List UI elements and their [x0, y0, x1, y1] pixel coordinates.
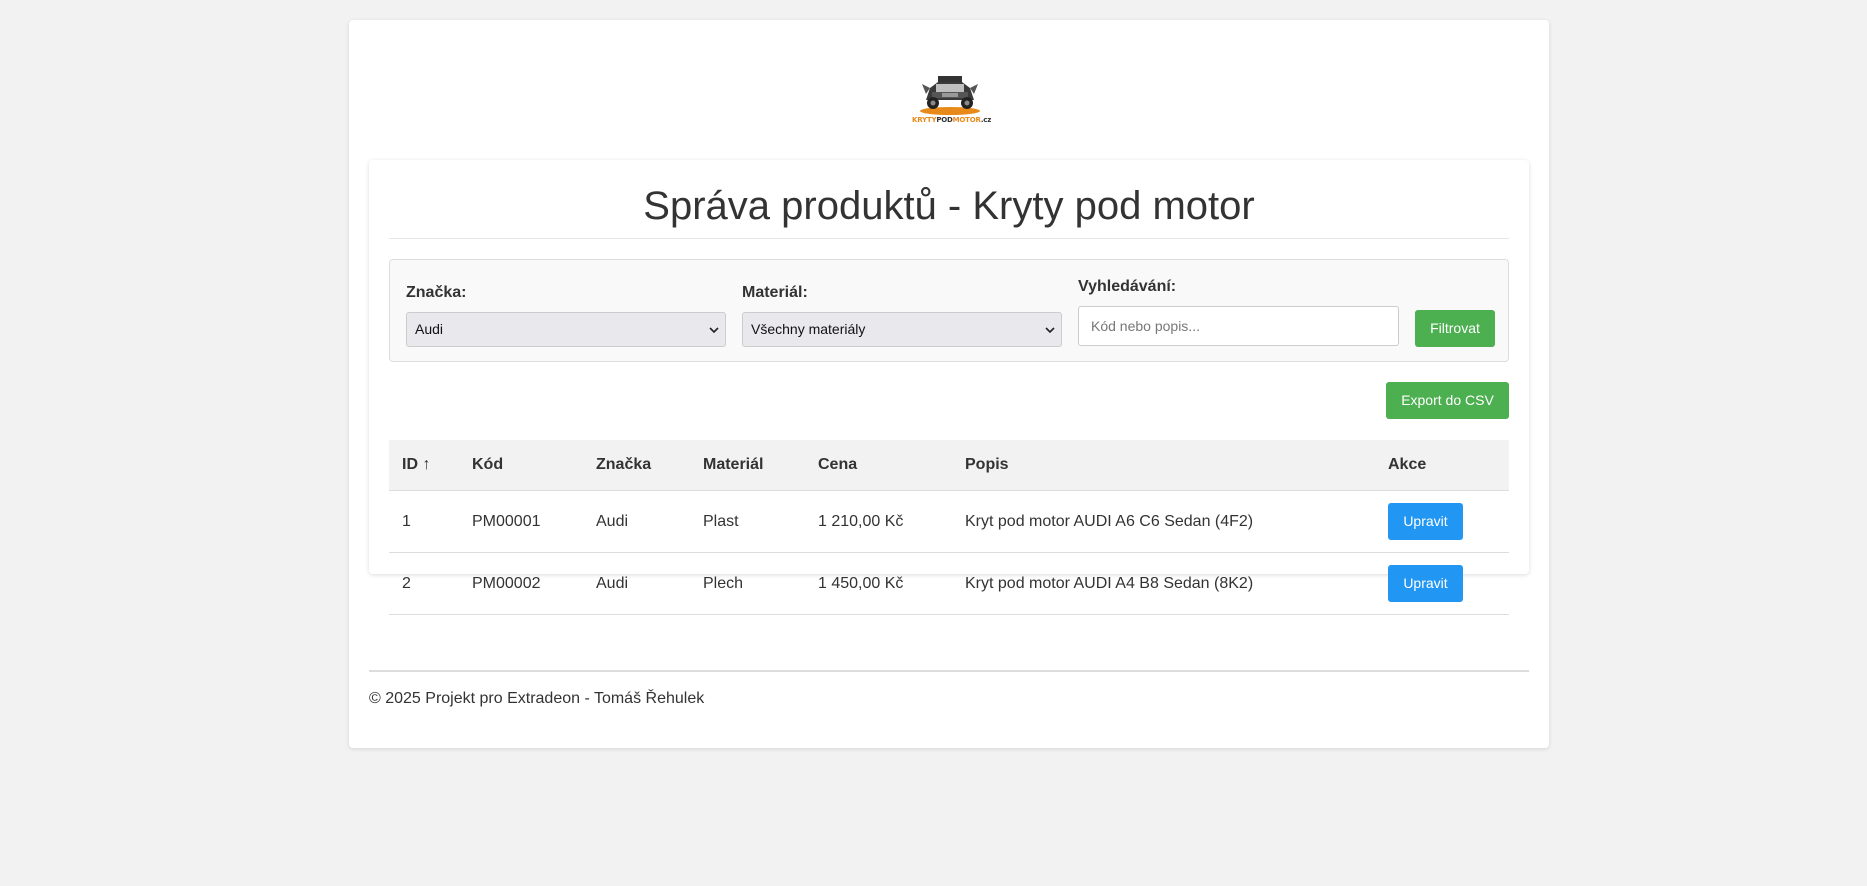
- products-card: Správa produktů - Kryty pod motor Značka…: [369, 160, 1529, 615]
- page-title: Správa produktů - Kryty pod motor: [643, 184, 1255, 228]
- header-id[interactable]: ID ↑: [402, 440, 430, 490]
- search-placeholder: Kód nebo popis...: [1091, 318, 1200, 334]
- footer-divider: [369, 670, 1529, 672]
- material-label: Materiál:: [742, 284, 808, 301]
- cell-material: Plech: [703, 575, 744, 592]
- cell-id: 2: [402, 575, 411, 592]
- cell-brand: Audi: [596, 513, 629, 530]
- filter-form: Značka: Audi Materiál: Všechny materiály…: [389, 259, 1509, 362]
- material-select[interactable]: Všechny materiály: [742, 312, 1062, 347]
- table-row: 2 PM00002 Audi Plech 1 450,00 Kč Kryt po…: [389, 553, 1509, 615]
- site-logo[interactable]: KRYTYPODMOTOR.cz: [912, 64, 992, 128]
- page-container: KRYTYPODMOTOR.cz Správa produktů - Kryty…: [349, 20, 1549, 748]
- cell-price: 1 210,00 Kč: [818, 513, 904, 530]
- chevron-down-icon: [1045, 327, 1055, 334]
- logo-text-part: KRYTY: [912, 116, 937, 124]
- cell-material: Plast: [703, 513, 739, 530]
- table-header: ID ↑ Kód Značka Materiál Cena Popis Akce: [389, 440, 1509, 491]
- footer-copyright: © 2025 Projekt pro Extradeon - Tomáš Řeh…: [369, 690, 705, 707]
- search-input[interactable]: Kód nebo popis...: [1078, 306, 1399, 346]
- cell-description: Kryt pod motor AUDI A6 C6 Sedan (4F2): [965, 513, 1254, 530]
- brand-select-value: Audi: [415, 321, 444, 337]
- filter-button[interactable]: Filtrovat: [1415, 310, 1495, 347]
- cell-price: 1 450,00 Kč: [818, 575, 904, 592]
- search-label: Vyhledávání:: [1078, 278, 1177, 295]
- header-actions: Akce: [1388, 456, 1427, 473]
- brand-label: Značka:: [406, 284, 467, 301]
- header-code[interactable]: Kód: [472, 440, 503, 490]
- header-brand[interactable]: Značka: [596, 440, 651, 490]
- header-description[interactable]: Popis: [965, 440, 1009, 490]
- cell-code: PM00001: [472, 513, 541, 530]
- table-row: 1 PM00001 Audi Plast 1 210,00 Kč Kryt po…: [389, 491, 1509, 553]
- edit-button[interactable]: Upravit: [1388, 565, 1463, 602]
- logo-text: KRYTYPODMOTOR.cz: [912, 116, 992, 124]
- products-table: ID ↑ Kód Značka Materiál Cena Popis Akce…: [389, 440, 1509, 615]
- logo-text-part: .cz: [980, 116, 992, 124]
- chevron-down-icon: [709, 327, 719, 334]
- cell-brand: Audi: [596, 575, 629, 592]
- brand-select[interactable]: Audi: [406, 312, 726, 347]
- title-divider: [389, 238, 1509, 239]
- export-csv-button[interactable]: Export do CSV: [1386, 382, 1509, 419]
- cell-code: PM00002: [472, 575, 541, 592]
- logo-text-part: MOTOR: [952, 116, 981, 124]
- cell-description: Kryt pod motor AUDI A4 B8 Sedan (8K2): [965, 575, 1254, 592]
- edit-button[interactable]: Upravit: [1388, 503, 1463, 540]
- header-price[interactable]: Cena: [818, 440, 857, 490]
- logo-text-part: POD: [936, 116, 953, 124]
- material-select-value: Všechny materiály: [751, 321, 866, 337]
- truck-logo-icon: [920, 76, 980, 115]
- cell-id: 1: [402, 513, 411, 530]
- header-material[interactable]: Materiál: [703, 440, 763, 490]
